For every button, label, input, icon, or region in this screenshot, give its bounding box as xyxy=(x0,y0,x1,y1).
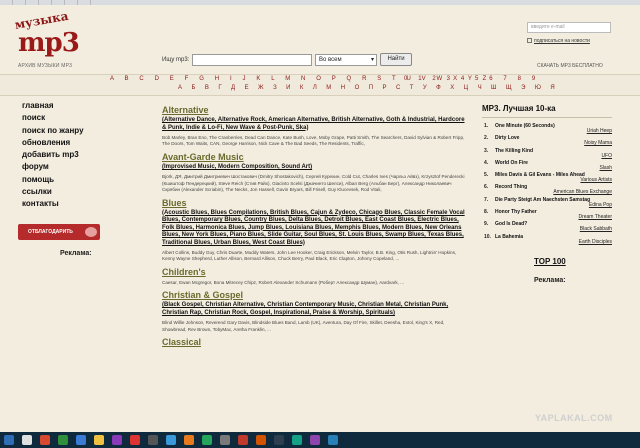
nav-item-contacts[interactable]: контакты xyxy=(22,198,84,210)
chevron-down-icon: ▾ xyxy=(370,57,374,63)
top10-item[interactable]: 9. God Is Dead? Black Sabbath xyxy=(482,221,612,233)
skype-icon[interactable] xyxy=(76,435,86,445)
search-scope-select[interactable]: Во всем ▾ xyxy=(315,54,377,66)
app-icon[interactable] xyxy=(292,435,302,445)
genre-artists: Caesar, Ewan Mcgregor, Bona Mitrecey Chi… xyxy=(162,279,404,285)
app-icon[interactable] xyxy=(202,435,212,445)
donate-button[interactable]: ОТБЛАГОДАРИТЬ xyxy=(18,224,100,240)
top10-item[interactable]: 6. Record Thing American Blues Exchange xyxy=(482,184,612,196)
nav-item-forum[interactable]: форум xyxy=(22,161,84,173)
browser-tab[interactable] xyxy=(52,0,65,5)
subscribe-link[interactable]: подписаться на новости xyxy=(527,38,590,44)
subgenre-links[interactable]: (Acoustic Blues, Blues Compilations, Bri… xyxy=(162,210,468,248)
genre-title[interactable]: Avant-Garde Music xyxy=(162,152,468,162)
donate-label: ОТБЛАГОДАРИТЬ xyxy=(28,229,73,235)
genre-section: Alternative (Alternative Dance, Alternat… xyxy=(162,105,468,148)
sidebar-nav: главная поиск поиск по жанру обновления … xyxy=(22,100,84,211)
subscribe-checkbox[interactable] xyxy=(527,38,532,44)
genre-title[interactable]: Classical xyxy=(162,337,468,347)
ads-label-left: Реклама: xyxy=(60,250,92,257)
search-input[interactable] xyxy=(192,54,312,66)
top100-link[interactable]: TOP 100 xyxy=(534,257,566,266)
app-icon[interactable] xyxy=(274,435,284,445)
nav-item-search-genre[interactable]: поиск по жанру xyxy=(22,125,84,137)
watermark: YAPLAKAL.COM xyxy=(535,413,613,423)
logo-main-text: mp3 xyxy=(18,28,80,58)
genre-section: Classical xyxy=(162,337,468,347)
chrome-icon[interactable] xyxy=(40,435,50,445)
browser-tab[interactable] xyxy=(78,0,91,5)
app-icon[interactable] xyxy=(166,435,176,445)
genre-section: Blues (Acoustic Blues, Blues Compilation… xyxy=(162,198,468,263)
nav-item-add-mp3[interactable]: добавить mp3 xyxy=(22,149,84,161)
genre-section: Avant-Garde Music (Improvised Music, Mod… xyxy=(162,152,468,194)
nav-item-home[interactable]: главная xyxy=(22,100,84,112)
genre-title[interactable]: Blues xyxy=(162,198,468,208)
app-icon[interactable] xyxy=(148,435,158,445)
browser-tab-strip xyxy=(0,0,640,5)
genre-title[interactable]: Children's xyxy=(162,267,468,277)
top10-item[interactable]: 7. Die Party Steigt Am Naechsten Samstag E… xyxy=(482,197,612,209)
genre-artists: Bob Marley, Bran Eno, The Cranberries, D… xyxy=(162,135,465,147)
search-label: Ищу mp3: xyxy=(162,57,190,63)
nav-item-help[interactable]: помощь xyxy=(22,174,84,186)
genre-artists: Blind Willie Johnson, Reverend Gary Davi… xyxy=(162,320,445,332)
top10-item[interactable]: 4. World On Fire Slash xyxy=(482,160,612,172)
app-icon[interactable] xyxy=(238,435,248,445)
search-scope-value: Во всем xyxy=(319,57,342,63)
app-icon[interactable] xyxy=(184,435,194,445)
subgenre-links[interactable]: (Improvised Music, Modern Composition, S… xyxy=(162,164,468,172)
top10-title: MP3. Лучшая 10-ка xyxy=(482,104,612,118)
nav-item-search[interactable]: поиск xyxy=(22,112,84,124)
browser-tab[interactable] xyxy=(26,0,39,5)
genre-artists: Bjork, ДЯ, Дмитрий Дмитриевич Шостакович… xyxy=(162,174,465,193)
genre-title[interactable]: Christian & Gospel xyxy=(162,290,468,300)
app-icon[interactable] xyxy=(310,435,320,445)
browser-tab[interactable] xyxy=(13,0,26,5)
cyrillic-alphabet-bar: А Б В Г Д Е Ж З И К Л М Н О П Р С Т У Ф … xyxy=(0,84,640,96)
subgenre-links[interactable]: (Alternative Dance, Alternative Rock, Am… xyxy=(162,117,468,132)
subscribe-label: подписаться на новости xyxy=(534,38,590,44)
subgenre-links[interactable]: (Black Gospel, Christian Alternative, Ch… xyxy=(162,302,468,317)
top10-item[interactable]: 5. Miles Davis & Gil Evans - Miles Ahead V… xyxy=(482,172,612,184)
cyrillic-letters[interactable]: А Б В Г Д Е Ж З И К Л М Н О П Р С Т У Ф … xyxy=(178,85,559,91)
top10-item[interactable]: 2. Dirty Love Noisy Mama xyxy=(482,135,612,147)
genre-section: Christian & Gospel (Black Gospel, Christ… xyxy=(162,290,468,333)
start-icon[interactable] xyxy=(4,435,14,445)
app-icon[interactable] xyxy=(328,435,338,445)
latin-alphabet-bar: A B C D E F G H I J K L M N O P Q R S T … xyxy=(0,74,640,84)
browser-tab[interactable] xyxy=(0,0,13,5)
os-taskbar xyxy=(0,432,640,448)
browser-tab[interactable] xyxy=(65,0,78,5)
ads-label-right: Реклама: xyxy=(534,277,566,284)
opera-icon[interactable] xyxy=(130,435,140,445)
top10-item[interactable]: 10. La Bahemia Earth Disciples xyxy=(482,234,612,246)
explorer-icon[interactable] xyxy=(22,435,32,445)
piggy-bank-icon xyxy=(85,227,97,237)
top10-panel: MP3. Лучшая 10-ка 1. One Minute (60 Secon… xyxy=(482,104,612,246)
top10-item[interactable]: 3. The Killing Kind UFO xyxy=(482,148,612,160)
top10-item[interactable]: 8. Honor Thy Father Dream Theater xyxy=(482,209,612,221)
nav-item-updates[interactable]: обновления xyxy=(22,137,84,149)
download-link[interactable]: СКАЧАТЬ MP3 БЕСПЛАТНО xyxy=(537,63,603,69)
email-field[interactable]: введите e-mail xyxy=(527,22,611,33)
genre-artists: Albert Collins, Buddy Guy, Chris Duarte,… xyxy=(162,250,457,262)
genre-section: Children's Caesar, Ewan Mcgregor, Bona M… xyxy=(162,267,468,286)
search-button[interactable]: Найти xyxy=(380,53,412,66)
site-logo[interactable]: музыка mp3 xyxy=(14,9,80,62)
app-icon[interactable] xyxy=(112,435,122,445)
logo-caption: АРХИВ МУЗЫКИ MP3 xyxy=(18,63,73,69)
browser-tab[interactable] xyxy=(39,0,52,5)
top10-item[interactable]: 1. One Minute (60 Seconds) Uriah Heep xyxy=(482,123,612,135)
nav-item-links[interactable]: ссылки xyxy=(22,186,84,198)
folder-icon[interactable] xyxy=(94,435,104,445)
app-icon[interactable] xyxy=(256,435,266,445)
app-icon[interactable] xyxy=(220,435,230,445)
utorrent-icon[interactable] xyxy=(58,435,68,445)
genre-list: Alternative (Alternative Dance, Alternat… xyxy=(162,105,468,347)
genre-title[interactable]: Alternative xyxy=(162,105,468,115)
digit-links[interactable]: 0 1 2 3 4 5 6 7 8 9 xyxy=(404,76,540,82)
